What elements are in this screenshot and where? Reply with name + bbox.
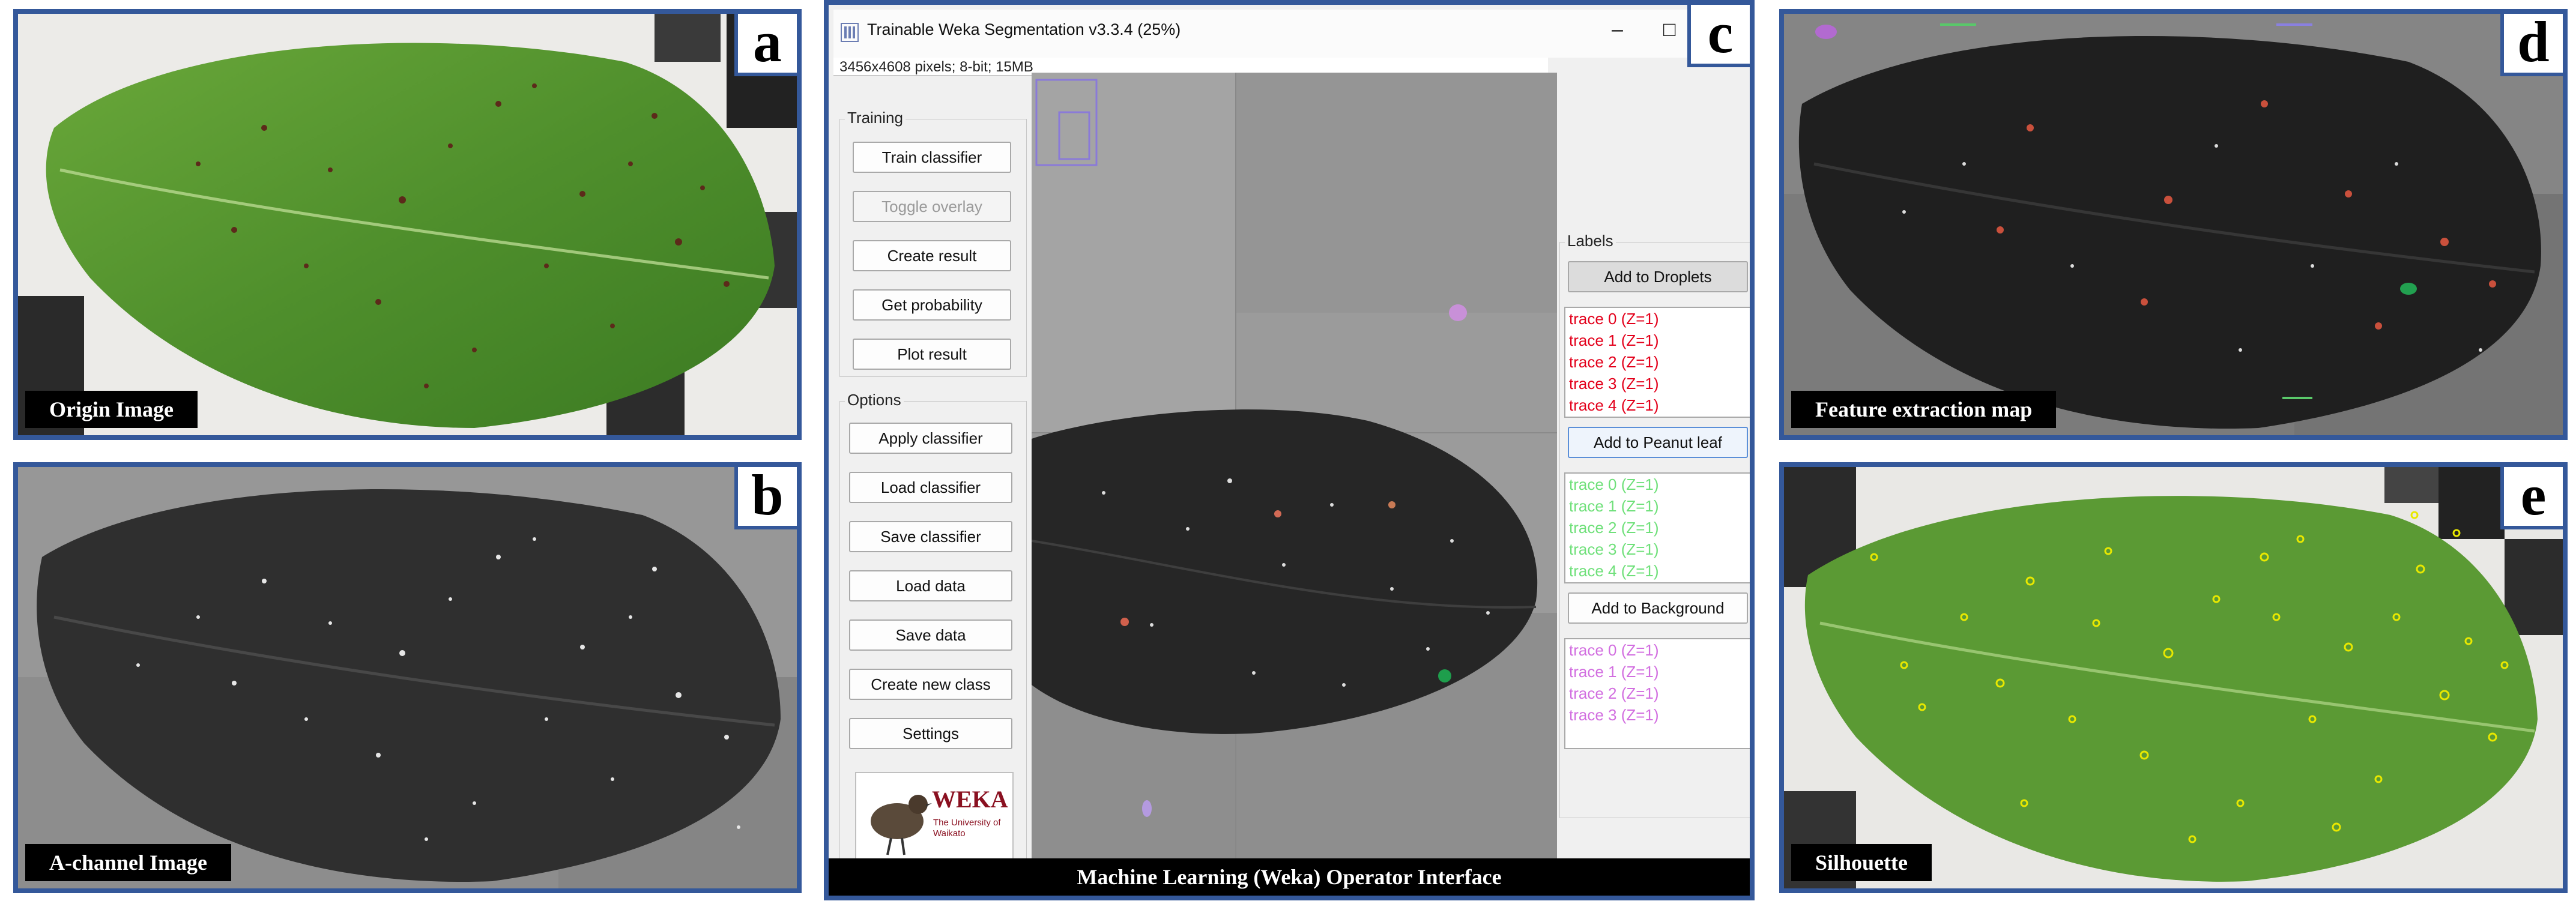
create-result-button[interactable]: Create result [853, 240, 1011, 271]
droplets-trace-list[interactable]: trace 0 (Z=1) trace 1 (Z=1) trace 2 (Z=1… [1564, 307, 1750, 418]
save-classifier-button[interactable]: Save classifier [849, 521, 1012, 552]
weka-logo-text: WEKA [932, 786, 1008, 813]
panel-label-b: b [734, 467, 797, 529]
add-to-background-button[interactable]: Add to Background [1568, 592, 1748, 624]
get-probability-button[interactable]: Get probability [853, 289, 1011, 321]
labels-legend: Labels [1565, 232, 1616, 250]
background-trace-item[interactable]: trace 1 (Z=1) [1565, 661, 1750, 683]
weka-logo: WEKA The University of Waikato [855, 772, 1014, 866]
settings-button[interactable]: Settings [849, 718, 1012, 749]
peanut-leaf-trace-item[interactable]: trace 4 (Z=1) [1565, 560, 1750, 582]
options-legend: Options [845, 391, 904, 409]
panel-caption-a: Origin Image [25, 391, 198, 428]
labels-pane: Labels Add to Droplets trace 0 (Z=1) tra… [1557, 73, 1750, 868]
droplets-trace-item[interactable]: trace 1 (Z=1) [1565, 330, 1750, 351]
background-trace-item[interactable]: trace 0 (Z=1) [1565, 639, 1750, 661]
a-channel-image [18, 467, 797, 888]
droplets-trace-item[interactable]: trace 0 (Z=1) [1565, 308, 1750, 330]
load-classifier-button[interactable]: Load classifier [849, 472, 1012, 503]
panel-e: e Silhouette [1779, 462, 2568, 893]
panel-caption-b: A-channel Image [25, 844, 231, 881]
droplets-trace-item[interactable]: trace 2 (Z=1) [1565, 351, 1750, 373]
background-trace-item[interactable]: trace 2 (Z=1) [1565, 683, 1750, 704]
silhouette-image [1784, 467, 2563, 888]
add-to-peanut-leaf-button[interactable]: Add to Peanut leaf [1568, 427, 1748, 458]
panel-d: d Feature extraction map [1779, 9, 2568, 440]
train-classifier-button[interactable]: Train classifier [853, 142, 1011, 173]
weka-app-icon [841, 23, 859, 42]
panel-label-e: e [2500, 467, 2563, 529]
panel-b: b A-channel Image [13, 462, 802, 893]
toggle-overlay-button[interactable]: Toggle overlay [853, 191, 1011, 222]
create-new-class-button[interactable]: Create new class [849, 669, 1012, 700]
background-trace-item[interactable]: trace 3 (Z=1) [1565, 704, 1750, 726]
peanut-leaf-trace-list[interactable]: trace 0 (Z=1) trace 1 (Z=1) trace 2 (Z=1… [1564, 472, 1750, 583]
training-legend: Training [845, 109, 906, 127]
apply-classifier-button[interactable]: Apply classifier [849, 423, 1012, 454]
panel-caption-c: Machine Learning (Weka) Operator Interfa… [829, 858, 1750, 896]
peanut-leaf-trace-item[interactable]: trace 1 (Z=1) [1565, 495, 1750, 517]
panel-label-c: c [1687, 5, 1750, 67]
background-trace-list[interactable]: trace 0 (Z=1) trace 1 (Z=1) trace 2 (Z=1… [1564, 638, 1750, 749]
peanut-leaf-trace-item[interactable]: trace 3 (Z=1) [1565, 538, 1750, 560]
add-to-droplets-button[interactable]: Add to Droplets [1568, 261, 1748, 292]
minimize-icon[interactable]: – [1612, 18, 1623, 41]
window-title: Trainable Weka Segmentation v3.3.4 (25%) [867, 20, 1181, 38]
maximize-icon[interactable]: □ [1663, 18, 1676, 41]
plot-result-button[interactable]: Plot result [853, 339, 1011, 370]
peanut-leaf-trace-item[interactable]: trace 0 (Z=1) [1565, 474, 1750, 495]
weka-logo-subtitle: The University of Waikato [933, 818, 1001, 839]
panel-c: Trainable Weka Segmentation v3.3.4 (25%)… [824, 0, 1755, 900]
origin-leaf-image [18, 14, 797, 435]
panel-label-d: d [2500, 14, 2563, 76]
weka-bird-icon [871, 795, 932, 855]
save-data-button[interactable]: Save data [849, 619, 1012, 651]
weka-window: Trainable Weka Segmentation v3.3.4 (25%)… [833, 10, 1750, 891]
load-data-button[interactable]: Load data [849, 570, 1012, 601]
droplets-trace-item[interactable]: trace 3 (Z=1) [1565, 373, 1750, 394]
feature-extraction-image [1784, 14, 2563, 435]
segmentation-canvas-image [1032, 73, 1557, 868]
droplets-trace-item[interactable]: trace 4 (Z=1) [1565, 394, 1750, 416]
panel-caption-d: Feature extraction map [1791, 391, 2057, 428]
image-canvas[interactable] [1032, 73, 1557, 868]
image-info: 3456x4608 pixels; 8-bit; 15MB [839, 59, 1033, 75]
peanut-leaf-trace-item[interactable]: trace 2 (Z=1) [1565, 517, 1750, 538]
panel-label-a: a [734, 14, 797, 76]
panel-a: a Origin Image [13, 9, 802, 440]
panel-caption-e: Silhouette [1791, 844, 1932, 881]
title-bar[interactable]: Trainable Weka Segmentation v3.3.4 (25%)… [833, 10, 1745, 58]
